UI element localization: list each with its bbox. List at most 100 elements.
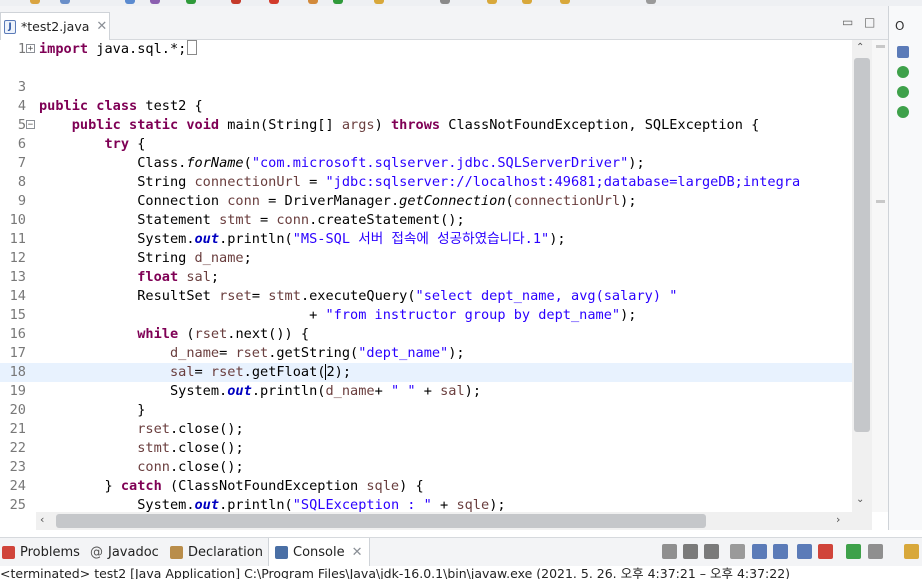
- scroll-right-icon[interactable]: ›: [836, 513, 840, 526]
- minimize-icon[interactable]: ▭: [842, 15, 853, 29]
- class-icon[interactable]: [897, 66, 909, 78]
- scroll-up-icon[interactable]: ⌃: [856, 42, 864, 53]
- code-line[interactable]: 11 System.out.println("MS-SQL 서버 접속에 성공하…: [0, 230, 852, 249]
- code-line[interactable]: 18 sal= rset.getFloat(2);: [0, 363, 852, 382]
- code-line[interactable]: 19 System.out.println(d_name+ " " + sal)…: [0, 382, 852, 401]
- code-token: "jdbc:sqlserver://localhost:49681;databa…: [325, 174, 801, 190]
- code-line[interactable]: 5− public static void main(String[] args…: [0, 116, 852, 135]
- tab-console[interactable]: Console ✕: [268, 538, 370, 566]
- outline-tab[interactable]: O: [895, 19, 904, 33]
- toolbar-icon[interactable]: [231, 0, 241, 4]
- code-line[interactable]: 20 }: [0, 401, 852, 420]
- close-icon[interactable]: ✕: [352, 545, 363, 560]
- overview-ruler[interactable]: [872, 40, 888, 512]
- remove-all-icon[interactable]: [704, 544, 719, 559]
- tab-test2-java[interactable]: J *test2.java ✕: [0, 12, 110, 40]
- code-token: ) {: [399, 478, 424, 494]
- tab-declaration[interactable]: Declaration: [170, 538, 263, 566]
- code-token: =: [219, 345, 236, 361]
- pin-console-icon[interactable]: [846, 544, 861, 559]
- collapse-fold-icon[interactable]: −: [26, 120, 35, 130]
- toolbar-icon[interactable]: [487, 0, 497, 4]
- method-icon[interactable]: [897, 86, 909, 98]
- code-token: try: [104, 136, 130, 152]
- code-token: +: [431, 497, 457, 512]
- code-token: sqle: [366, 478, 400, 494]
- code-line[interactable]: 9 Connection conn = DriverManager.getCon…: [0, 192, 852, 211]
- line-number: 5: [17, 117, 26, 133]
- code-line[interactable]: 16 while (rset.next()) {: [0, 325, 852, 344]
- code-token: conn: [227, 193, 260, 209]
- scroll-left-icon[interactable]: ‹: [40, 513, 44, 526]
- at-sign-icon: @: [90, 544, 103, 560]
- scrollbar-thumb[interactable]: [854, 58, 870, 432]
- code-line[interactable]: 23 conn.close();: [0, 458, 852, 477]
- code-token: Class.: [39, 155, 187, 171]
- code-line[interactable]: 15 + "from instructor group by dept_name…: [0, 306, 852, 325]
- maximize-icon[interactable]: □: [864, 15, 875, 29]
- code-editor[interactable]: 1 + import java.sql.*; 3 4 public class test2…: [0, 40, 852, 512]
- overview-marker[interactable]: [876, 200, 885, 203]
- code-line[interactable]: 8 String connectionUrl = "jdbc:sqlserver…: [0, 173, 852, 192]
- code-token: class: [96, 98, 138, 114]
- code-text: + "from instructor group by dept_name");: [39, 306, 636, 325]
- tab-problems[interactable]: Problems: [2, 538, 80, 566]
- toolbar-icon[interactable]: [374, 0, 384, 4]
- overview-marker[interactable]: [876, 45, 885, 48]
- forward-icon[interactable]: [560, 0, 570, 4]
- toolbar-icon[interactable]: [646, 0, 656, 4]
- remove-launch-icon[interactable]: [683, 544, 698, 559]
- code-text: String connectionUrl = "jdbc:sqlserver:/…: [39, 173, 800, 192]
- toolbar-icon[interactable]: [30, 0, 40, 4]
- horizontal-scrollbar[interactable]: ‹ ›: [36, 512, 872, 530]
- toolbar-icon[interactable]: [269, 0, 279, 4]
- toolbar-icon[interactable]: [308, 0, 318, 4]
- line-number: 21: [9, 421, 26, 437]
- code-token: =: [300, 174, 326, 190]
- code-line[interactable]: 7 Class.forName("com.microsoft.sqlserver…: [0, 154, 852, 173]
- method-icon[interactable]: [897, 106, 909, 118]
- code-line[interactable]: 24 } catch (ClassNotFoundException sqle)…: [0, 477, 852, 496]
- scrollbar-thumb[interactable]: [56, 514, 706, 528]
- code-line[interactable]: 21 rset.close();: [0, 420, 852, 439]
- code-line[interactable]: 17 d_name= rset.getString("dept_name");: [0, 344, 852, 363]
- code-line[interactable]: 3: [0, 78, 852, 97]
- toolbar-icon[interactable]: [60, 0, 70, 4]
- show-on-output-icon[interactable]: [797, 544, 812, 559]
- toolbar-icon[interactable]: [440, 0, 450, 4]
- code-line[interactable]: 22 stmt.close();: [0, 439, 852, 458]
- code-line[interactable]: 6 try {: [0, 135, 852, 154]
- code-line[interactable]: 14 ResultSet rset= stmt.executeQuery("se…: [0, 287, 852, 306]
- vertical-scrollbar[interactable]: ⌃ ⌄: [852, 40, 872, 512]
- code-line[interactable]: 12 String d_name;: [0, 249, 852, 268]
- show-on-error-icon[interactable]: [818, 544, 833, 559]
- toolbar-icon[interactable]: [150, 0, 160, 4]
- code-line[interactable]: 4 public class test2 {: [0, 97, 852, 116]
- line-number: 22: [9, 440, 26, 456]
- code-line[interactable]: 10 Statement stmt = conn.createStatement…: [0, 211, 852, 230]
- close-icon[interactable]: ✕: [96, 19, 107, 34]
- tab-label: *test2.java: [21, 19, 90, 34]
- scroll-down-icon[interactable]: ⌄: [856, 494, 864, 505]
- scroll-lock-icon[interactable]: [752, 544, 767, 559]
- code-line[interactable]: 13 float sal;: [0, 268, 852, 287]
- word-wrap-icon[interactable]: [773, 544, 788, 559]
- line-number: 17: [9, 345, 26, 361]
- package-icon[interactable]: [897, 46, 909, 58]
- tab-javadoc[interactable]: @ Javadoc: [90, 538, 159, 566]
- folded-code-box-icon[interactable]: [187, 40, 198, 55]
- code-token: (: [178, 326, 195, 342]
- clear-console-icon[interactable]: [730, 544, 745, 559]
- display-console-icon[interactable]: [868, 544, 883, 559]
- code-token: void: [186, 117, 220, 133]
- toolbar-icon[interactable]: [333, 0, 343, 4]
- back-icon[interactable]: [522, 0, 532, 4]
- toolbar-icon[interactable]: [125, 0, 135, 4]
- code-line[interactable]: 25 System.out.println("SQLException : " …: [0, 496, 852, 512]
- terminate-icon[interactable]: [662, 544, 677, 559]
- code-text: d_name= rset.getString("dept_name");: [39, 344, 465, 363]
- expand-fold-icon[interactable]: +: [26, 44, 35, 54]
- open-console-icon[interactable]: [904, 544, 919, 559]
- run-icon[interactable]: [186, 0, 196, 4]
- code-line[interactable]: 1 + import java.sql.*;: [0, 40, 852, 59]
